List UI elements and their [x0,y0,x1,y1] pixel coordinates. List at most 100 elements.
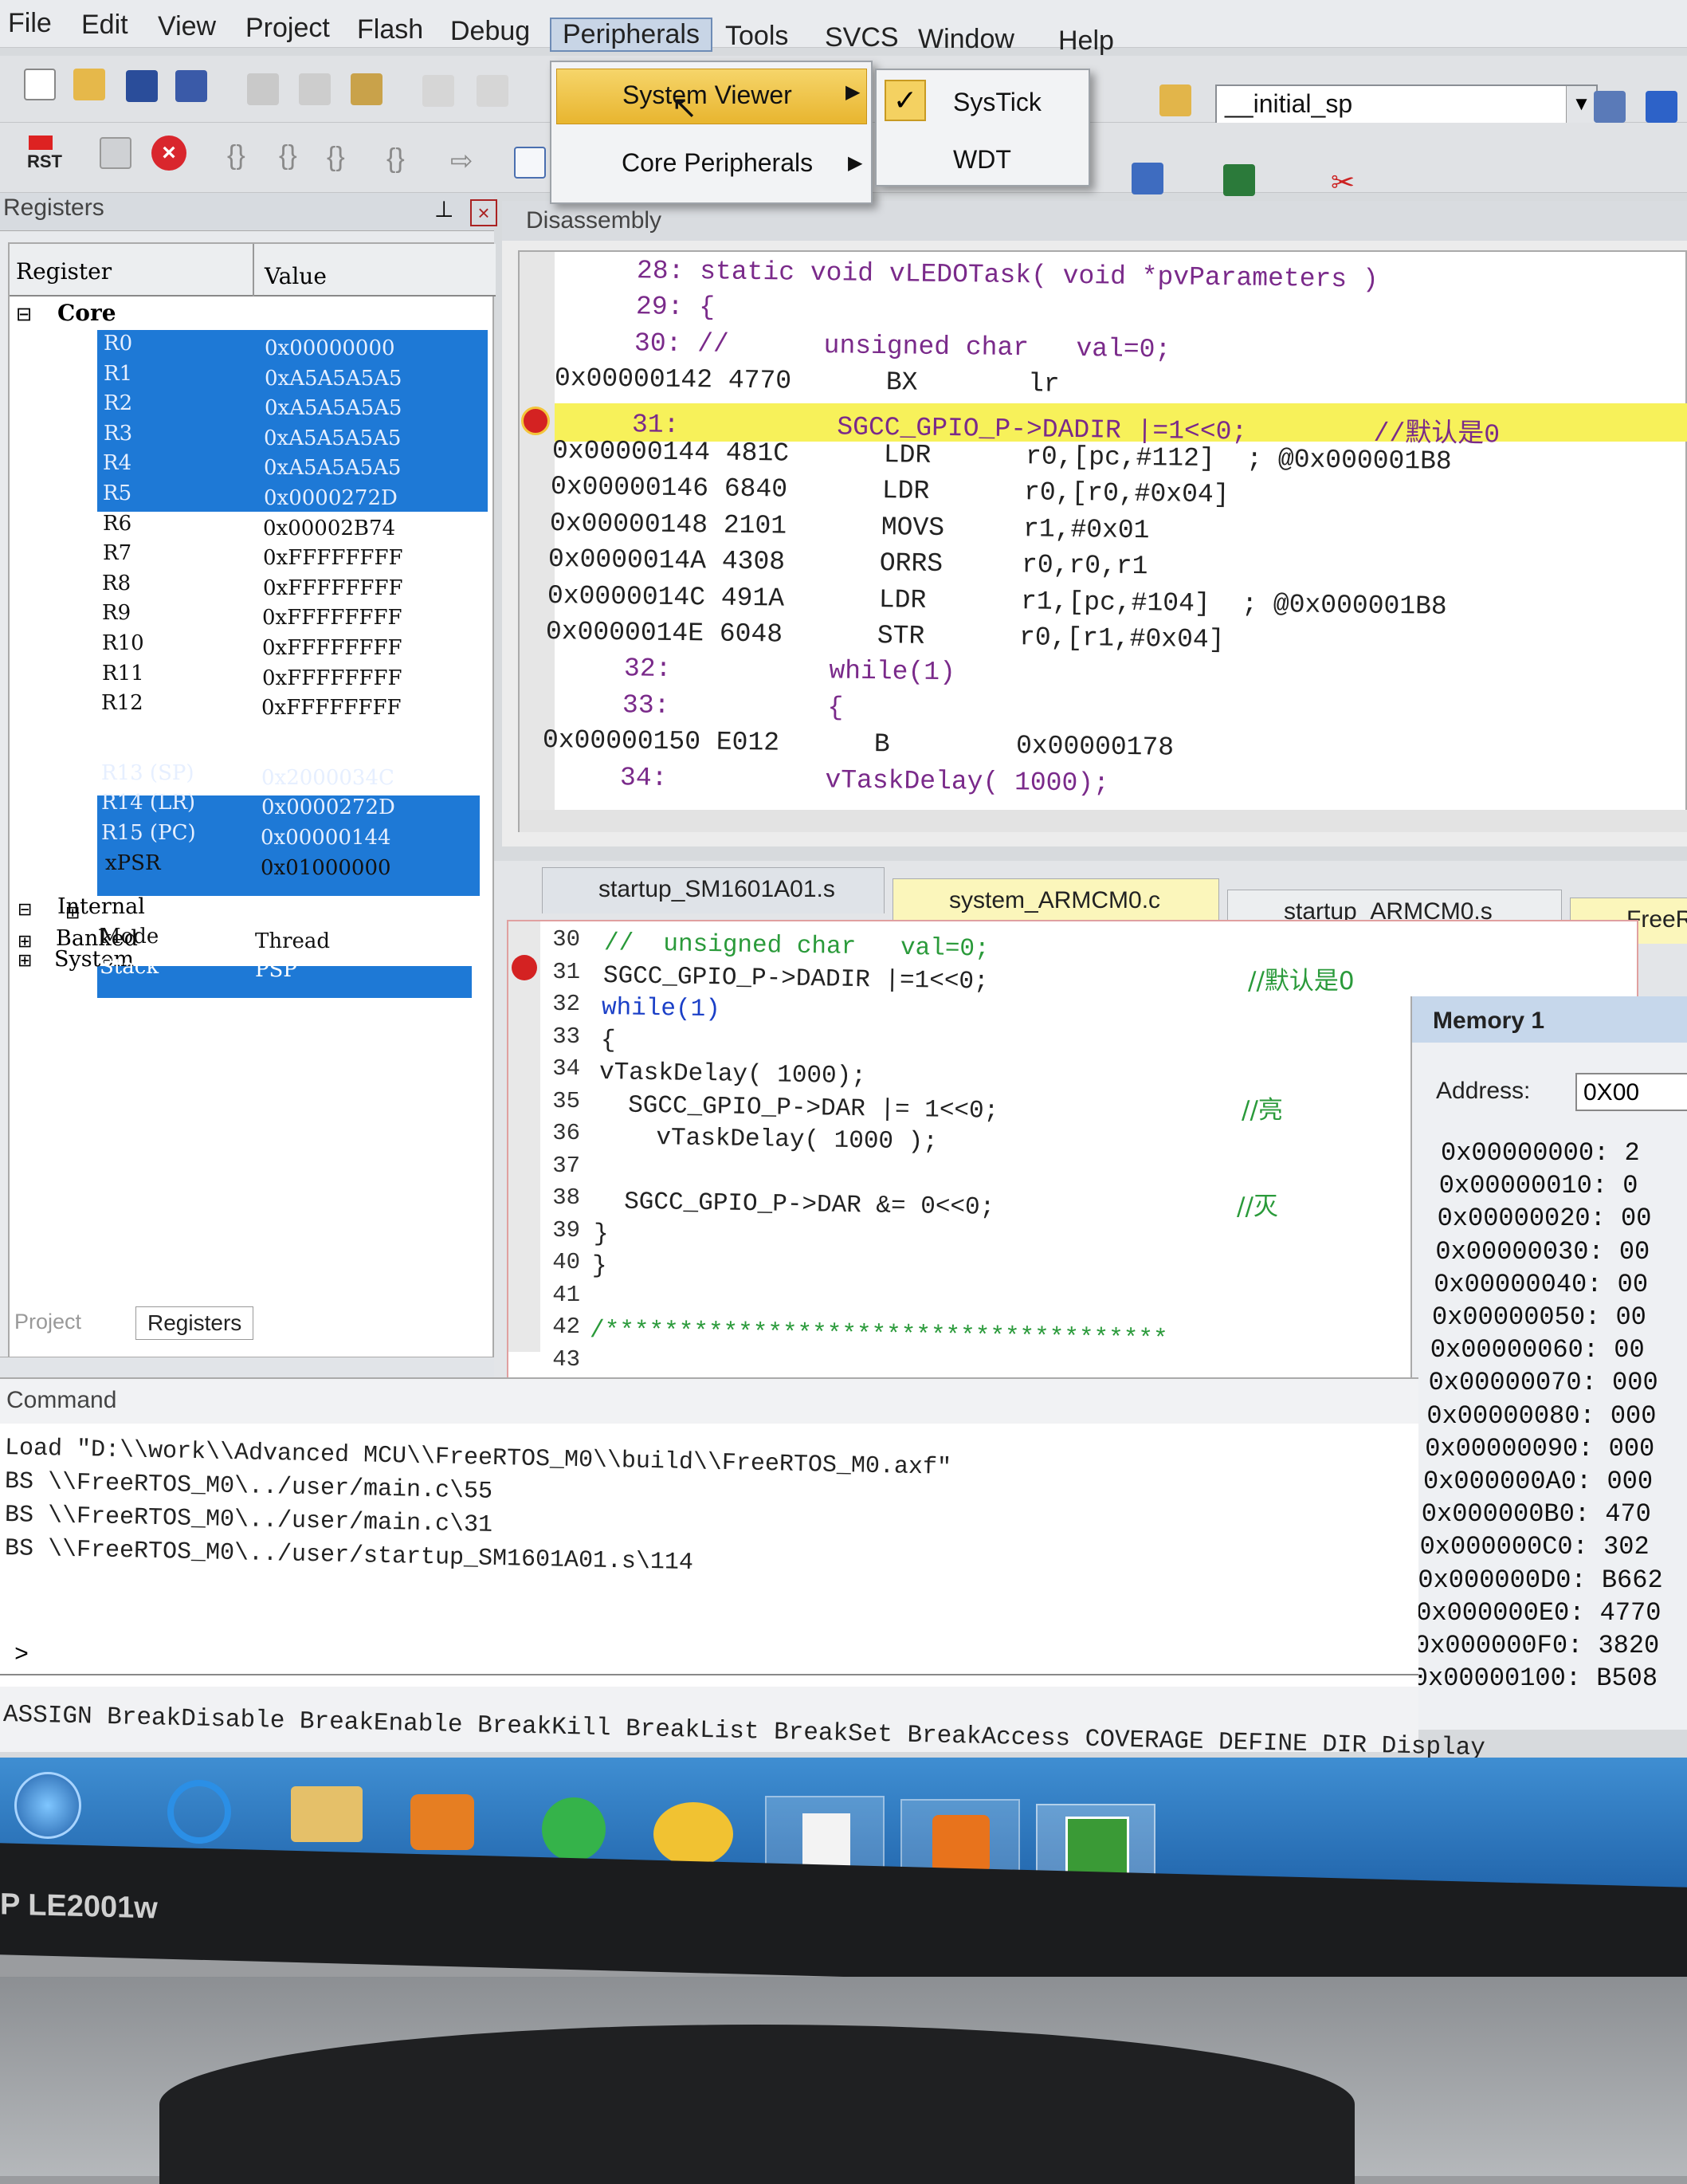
submenu-item-systick[interactable]: ✓ SysTick [881,77,1085,128]
disassembly-source-line[interactable]: 29: { [556,291,714,323]
undo-icon[interactable] [422,75,454,107]
register-name[interactable]: xPSR [105,851,161,875]
close-icon[interactable]: × [470,199,497,226]
memory-row[interactable]: 0x00000040: 00 [1434,1270,1648,1299]
memory-row[interactable]: 0x000000C0: 302 [1420,1532,1650,1561]
register-name[interactable]: R11 [102,662,144,685]
redo-icon[interactable] [477,75,508,107]
memory-row[interactable]: 0x000000A0: 000 [1423,1467,1653,1496]
register-name[interactable]: R15 (PC) [101,821,196,845]
menu-project[interactable]: Project [245,13,330,44]
menu-help[interactable]: Help [1058,26,1114,57]
open-folder-icon[interactable] [73,69,105,100]
new-file-icon[interactable] [24,69,56,100]
menu-flash[interactable]: Flash [357,14,423,45]
register-value[interactable]: 0xA5A5A5A5 [264,456,401,480]
configure-icon[interactable] [1594,91,1626,123]
menu-item-system-viewer[interactable]: System Viewer ▶ [556,69,867,124]
register-value[interactable]: 0xFFFFFFFF [262,606,402,630]
register-value[interactable]: 0xFFFFFFFF [263,546,403,570]
paste-icon[interactable] [351,73,383,105]
register-name[interactable]: R12 [101,691,143,715]
source-code[interactable]: vTaskDelay( 1000); [599,1059,866,1090]
step-out-icon[interactable]: {} [327,142,359,174]
serial-window-icon[interactable] [1223,164,1255,196]
media-player-icon[interactable] [410,1794,474,1850]
memory-row[interactable]: 0x00000100: B508 [1413,1664,1658,1693]
memory-window-icon[interactable] [1132,163,1163,194]
internet-explorer-icon[interactable] [167,1780,231,1844]
source-code[interactable]: while(1) [602,994,720,1023]
register-name[interactable]: R10 [102,631,144,655]
register-value[interactable]: 0xA5A5A5A5 [264,426,401,450]
source-code[interactable]: SGCC_GPIO_P->DADIR |=1<<0; [602,962,988,996]
register-name[interactable]: R8 [102,572,131,595]
save-icon[interactable] [126,70,158,102]
address-input[interactable]: 0X00 [1575,1073,1687,1111]
menu-view[interactable]: View [158,11,216,42]
register-value[interactable]: 0xFFFFFFFF [263,576,403,600]
stop-icon[interactable]: × [151,136,186,171]
register-value[interactable]: 0x00002B74 [263,517,395,540]
disassembly-instruction[interactable]: 0x0000014A 4308 ORRS r0,r0,r1 [548,544,1148,581]
register-name[interactable]: R6 [103,512,131,536]
reset-button[interactable]: RST [27,136,69,177]
disassembly-source-line[interactable]: 33: { [543,689,844,722]
disassembly-instruction[interactable]: 0x00000150 E012 B 0x00000178 [542,725,1174,763]
messenger-icon[interactable] [653,1802,733,1866]
disassembly-source-line[interactable]: 32: while(1) [544,653,955,688]
register-name[interactable]: R9 [102,601,131,625]
disassembly-instruction[interactable]: 0x00000148 2101 MOVS r1,#0x01 [549,509,1149,545]
disassembly-source-line[interactable]: 30: // unsigned char val=0; [555,328,1171,364]
disassembly-instruction[interactable]: 0x00000142 4770 BX lr [554,363,1059,399]
disassembly-instruction[interactable]: 0x00000146 6840 LDR r0,[r0,#0x04] [551,472,1230,509]
register-value[interactable]: 0xFFFFFFFF [262,666,402,690]
show-next-statement-icon[interactable]: ⇨ [450,145,482,177]
source-code[interactable]: /************************************** [590,1317,1168,1353]
run-icon[interactable] [100,137,131,169]
register-name[interactable]: Mode [100,925,159,949]
register-name[interactable]: R4 [103,451,131,475]
register-value[interactable]: 0x0000272D [261,795,395,819]
menu-file[interactable]: File [8,8,52,39]
register-name[interactable]: R14 (LR) [101,791,195,815]
memory-row[interactable]: 0x00000090: 000 [1425,1434,1654,1463]
memory-row[interactable]: 0x000000B0: 470 [1422,1499,1651,1529]
source-code[interactable]: vTaskDelay( 1000 ); [597,1123,938,1157]
disassembly-source-line[interactable]: 28: static void vLEDOTask( void *pvParam… [558,255,1379,294]
browser-icon[interactable] [542,1797,606,1861]
tab-system-armcm0[interactable]: system_ARMCM0.c [893,878,1219,925]
menu-peripherals[interactable]: Peripherals [550,18,712,52]
save-all-icon[interactable] [175,70,207,102]
start-button-icon[interactable] [14,1772,81,1839]
source-code[interactable]: SGCC_GPIO_P->DAR |= 1<<0; [598,1091,998,1125]
file-explorer-icon[interactable] [291,1786,363,1842]
source-code[interactable]: SGCC_GPIO_P->DAR &= 0<<0; [594,1188,995,1222]
register-value[interactable]: PSP [255,958,297,982]
menu-edit[interactable]: Edit [81,10,128,41]
register-name[interactable]: R5 [103,481,131,505]
register-value[interactable]: 0x2000034C [261,766,394,790]
menu-item-core-peripherals[interactable]: Core Peripherals ▶ [556,136,867,191]
register-value[interactable]: 0x01000000 [261,856,391,880]
register-name[interactable]: R13 (SP) [101,761,194,785]
step-over-icon[interactable]: {} [279,140,311,172]
source-code[interactable]: { [600,1027,615,1055]
tools-icon[interactable]: ✂ [1331,166,1363,198]
menu-debug[interactable]: Debug [450,16,530,47]
menu-svcs[interactable]: SVCS [825,22,899,53]
register-value[interactable]: 0xA5A5A5A5 [265,396,402,420]
source-code[interactable]: } [593,1220,608,1248]
register-value[interactable]: 0xFFFFFFFF [262,636,402,660]
memory-row[interactable]: 0x00000050: 00 [1432,1302,1646,1332]
disassembly-instruction[interactable]: 0x0000014C 491A LDR r1,[pc,#104] ; @0x00… [547,581,1446,622]
memory-row[interactable]: 0x000000F0: 3820 [1414,1631,1659,1660]
disassembly-view[interactable]: 28: static void vLEDOTask( void *pvParam… [518,250,1687,832]
disassembly-source-line[interactable]: 34: vTaskDelay( 1000); [541,762,1109,798]
register-name[interactable]: R3 [104,422,132,446]
memory-row[interactable]: 0x00000010: 0 [1439,1171,1638,1200]
source-code[interactable]: // unsigned char val=0; [604,929,990,964]
memory-row[interactable]: 0x000000D0: B662 [1418,1565,1662,1595]
cut-icon[interactable] [247,73,279,105]
memory-row[interactable]: 0x000000E0: 4770 [1416,1598,1661,1628]
